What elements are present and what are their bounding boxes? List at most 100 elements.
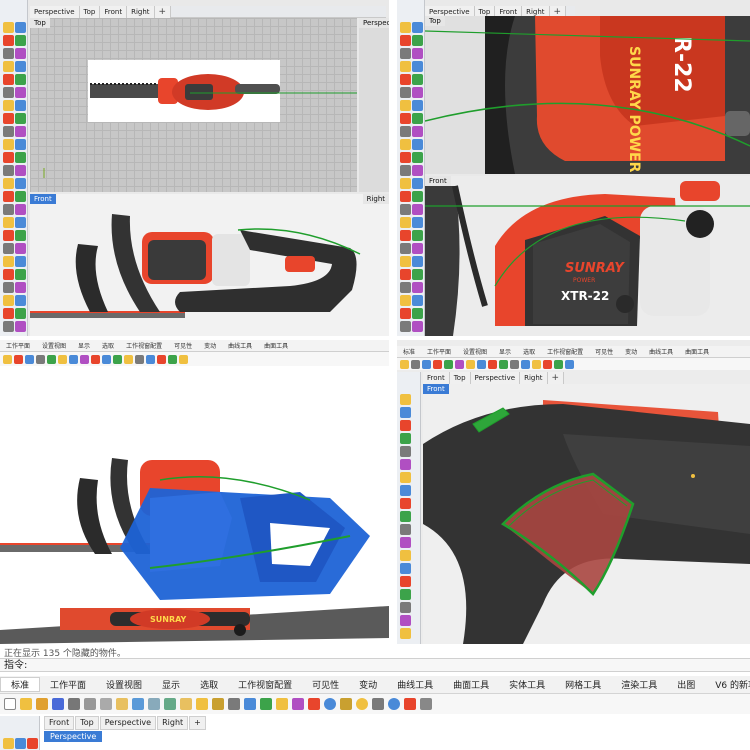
tool-icon[interactable] — [15, 139, 26, 150]
tool-icon[interactable] — [412, 152, 423, 163]
tool-icon[interactable] — [15, 48, 26, 59]
tool-icon[interactable] — [69, 354, 78, 364]
tool-icon[interactable] — [400, 485, 411, 496]
tool-icon[interactable] — [400, 359, 409, 369]
viewport-label-front[interactable]: Front — [425, 176, 451, 186]
tool-icon[interactable] — [15, 191, 26, 202]
tool-icon[interactable] — [543, 359, 552, 369]
tool-icon[interactable] — [400, 394, 411, 405]
tool-icon[interactable] — [400, 537, 411, 548]
menu-tab[interactable]: 曲线工具 — [387, 678, 443, 691]
rotate-icon[interactable] — [164, 698, 176, 710]
ribbon-item[interactable]: 变动 — [619, 347, 643, 356]
tool-icon[interactable] — [3, 139, 14, 150]
tool-icon[interactable] — [15, 61, 26, 72]
viewport-front[interactable]: Front — [423, 384, 750, 644]
settings-icon[interactable] — [372, 698, 384, 710]
tool-icon[interactable] — [400, 256, 411, 267]
tool-icon[interactable] — [400, 550, 411, 561]
tool-icon[interactable] — [15, 204, 26, 215]
tool-icon[interactable] — [554, 359, 563, 369]
tool-icon[interactable] — [412, 204, 423, 215]
tool-icon[interactable] — [400, 139, 411, 150]
viewport-label-top[interactable]: Top — [30, 18, 50, 28]
tool-icon[interactable] — [15, 35, 26, 46]
tool-icon[interactable] — [3, 100, 14, 111]
ribbon-item[interactable]: 选取 — [517, 347, 541, 356]
tool-icon[interactable] — [466, 359, 475, 369]
add-tab-button[interactable]: + — [189, 716, 206, 730]
menu-tab[interactable]: 可见性 — [302, 678, 349, 691]
ribbon-item[interactable]: 可见性 — [589, 347, 619, 356]
tool-icon[interactable] — [3, 269, 14, 280]
tool-icon[interactable] — [412, 321, 423, 332]
ribbon-item[interactable]: 标准 — [397, 347, 421, 356]
ribbon-item[interactable]: 选取 — [96, 341, 120, 350]
menu-tab[interactable]: 设置视图 — [96, 678, 152, 691]
tool-icon[interactable] — [15, 152, 26, 163]
ribbon-item[interactable]: 工作视窗配置 — [120, 341, 168, 350]
tool-icon[interactable] — [3, 87, 14, 98]
tool-icon[interactable] — [444, 359, 453, 369]
tool-icon[interactable] — [3, 308, 14, 319]
tab-right[interactable]: Right — [520, 371, 548, 384]
tool-icon[interactable] — [3, 295, 14, 306]
viewport-label-front[interactable]: Front — [30, 194, 56, 204]
tool-icon[interactable] — [400, 48, 411, 59]
paste-icon[interactable] — [116, 698, 128, 710]
tool-icon[interactable] — [3, 282, 14, 293]
tool-icon[interactable] — [412, 100, 423, 111]
layer-icon[interactable] — [244, 698, 256, 710]
copy-icon[interactable] — [100, 698, 112, 710]
tool-icon[interactable] — [400, 269, 411, 280]
viewport-label-perspective[interactable]: Perspective — [359, 18, 389, 28]
tool-icon[interactable] — [400, 165, 411, 176]
viewport-perspective-strip[interactable]: Perspective — [359, 18, 389, 192]
bulb-icon[interactable] — [356, 698, 368, 710]
ribbon-item[interactable]: 工作平面 — [421, 347, 457, 356]
tool-icon[interactable] — [400, 191, 411, 202]
tool-icon[interactable] — [412, 191, 423, 202]
tab-perspective[interactable]: Perspective — [30, 5, 80, 18]
tool-icon[interactable] — [15, 230, 26, 241]
tool-icon[interactable] — [3, 738, 14, 749]
tool-icon[interactable] — [15, 100, 26, 111]
viewport-front[interactable]: Front Right — [30, 194, 389, 336]
tool-icon[interactable] — [412, 308, 423, 319]
tool-icon[interactable] — [400, 74, 411, 85]
menu-tab[interactable]: 曲面工具 — [443, 678, 499, 691]
tool-icon[interactable] — [412, 87, 423, 98]
tool-icon[interactable] — [15, 738, 26, 749]
tool-icon[interactable] — [113, 354, 122, 364]
ribbon-item[interactable]: 曲线工具 — [643, 347, 679, 356]
tool-icon[interactable] — [15, 74, 26, 85]
tool-icon[interactable] — [400, 420, 411, 431]
tab-perspective[interactable]: Perspective — [99, 716, 157, 730]
render-icon[interactable] — [260, 698, 272, 710]
tool-icon[interactable] — [400, 321, 411, 332]
tool-icon[interactable] — [15, 126, 26, 137]
tool-icon[interactable] — [3, 126, 14, 137]
tool-icon[interactable] — [400, 498, 411, 509]
tool-icon[interactable] — [400, 243, 411, 254]
tool-icon[interactable] — [400, 61, 411, 72]
tool-icon[interactable] — [58, 354, 67, 364]
menu-tab[interactable]: 出图 — [667, 678, 705, 691]
tool-icon[interactable] — [3, 152, 14, 163]
tool-icon[interactable] — [102, 354, 111, 364]
tab-right[interactable]: Right — [157, 716, 189, 730]
tool-icon[interactable] — [412, 295, 423, 306]
tool-icon[interactable] — [15, 165, 26, 176]
tool-icon[interactable] — [3, 256, 14, 267]
ribbon-item[interactable]: 曲面工具 — [679, 347, 715, 356]
cut-icon[interactable] — [84, 698, 96, 710]
tool-icon[interactable] — [3, 191, 14, 202]
viewport-perspective[interactable]: SUNRAY — [0, 368, 389, 644]
tool-icon[interactable] — [400, 472, 411, 483]
zoom-icon[interactable] — [180, 698, 192, 710]
zoom-extents-icon[interactable] — [212, 698, 224, 710]
tool-icon[interactable] — [412, 48, 423, 59]
lock-icon[interactable] — [340, 698, 352, 710]
tab-top[interactable]: Top — [449, 371, 471, 384]
tab-front[interactable]: Front — [100, 5, 128, 18]
